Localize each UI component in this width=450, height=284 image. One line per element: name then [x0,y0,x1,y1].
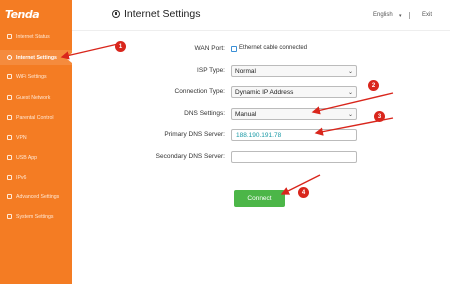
header: Internet Settings English ▾ Exit [72,0,450,30]
page-title: Internet Settings [112,8,200,20]
exit-link[interactable]: Exit [422,12,432,18]
wan-port-checkbox [231,46,237,52]
sidebar-item-label: Advanced Settings [16,193,60,200]
advanced-icon [7,194,12,199]
connect-button[interactable]: Connect [234,190,285,207]
sidebar-item-label: Parental Control [16,114,54,121]
sidebar-item-label: Internet Settings [16,54,57,61]
connection-type-select[interactable]: Dynamic IP Address ⌄ [231,86,357,98]
sidebar-item-label: USB App [16,154,38,161]
tenda-logo: Tenda [5,8,40,21]
sidebar-item-label: WiFi Settings [16,73,47,80]
isp-type-label: ISP Type: [197,67,225,74]
guest-icon [7,95,12,100]
dns-settings-value: Manual [235,110,257,118]
header-divider [409,12,410,19]
annotation-badge-2: 2 [368,80,379,91]
chevron-down-icon: ⌄ [347,90,353,96]
connection-type-value: Dynamic IP Address [235,88,294,96]
wan-port-label: WAN Port: [194,45,225,52]
sidebar-item-label: System Settings [16,213,54,220]
sidebar-item-internet-settings[interactable]: Internet Settings [0,50,72,65]
connection-type-label: Connection Type: [174,88,225,95]
sidebar-item-guest-network[interactable]: Guest Network [0,90,72,105]
active-indicator [66,53,72,63]
secondary-dns-label: Secondary DNS Server: [155,153,225,160]
dns-settings-label: DNS Settings: [184,110,225,117]
globe-icon [7,34,12,39]
chevron-down-icon: ⌄ [347,69,353,75]
sidebar: Tenda Internet Status Internet Settings … [0,0,72,284]
annotation-badge-3: 3 [374,111,385,122]
sidebar-item-label: Guest Network [16,94,51,101]
wifi-icon [7,74,12,79]
sidebar-item-system-settings[interactable]: System Settings [0,209,72,224]
sidebar-item-label: IPv6 [16,174,27,181]
wan-port-status: Ethernet cable connected [239,45,308,51]
settings-circle-icon [7,55,12,60]
secondary-dns-input[interactable] [231,151,357,163]
sidebar-item-ipv6[interactable]: IPv6 [0,170,72,185]
annotation-badge-1: 1 [115,41,126,52]
chevron-down-icon[interactable]: ▾ [399,13,402,19]
primary-dns-input[interactable]: 188.190.191.78 [231,129,357,141]
sidebar-item-vpn[interactable]: VPN [0,130,72,145]
ipv6-icon [7,175,12,180]
header-divider-line [72,30,450,31]
language-selector[interactable]: English [373,12,393,18]
chevron-down-icon: ⌄ [347,112,353,118]
usb-icon [7,155,12,160]
annotation-badge-4: 4 [298,187,309,198]
isp-type-select[interactable]: Normal ⌄ [231,65,357,77]
sidebar-item-label: VPN [16,134,27,141]
sidebar-item-internet-status[interactable]: Internet Status [0,29,72,44]
sidebar-item-advanced-settings[interactable]: Advanced Settings [0,189,72,204]
sidebar-item-label: Internet Status [16,33,50,40]
sidebar-item-parental-control[interactable]: Parental Control [0,110,72,125]
system-icon [7,214,12,219]
dns-settings-select[interactable]: Manual ⌄ [231,108,357,120]
parental-icon [7,115,12,120]
isp-type-value: Normal [235,67,256,75]
sidebar-item-wifi-settings[interactable]: WiFi Settings [0,69,72,84]
internet-settings-icon [112,10,120,18]
sidebar-item-usb-app[interactable]: USB App [0,150,72,165]
vpn-icon [7,135,12,140]
primary-dns-label: Primary DNS Server: [164,131,225,138]
page-title-text: Internet Settings [124,8,201,20]
